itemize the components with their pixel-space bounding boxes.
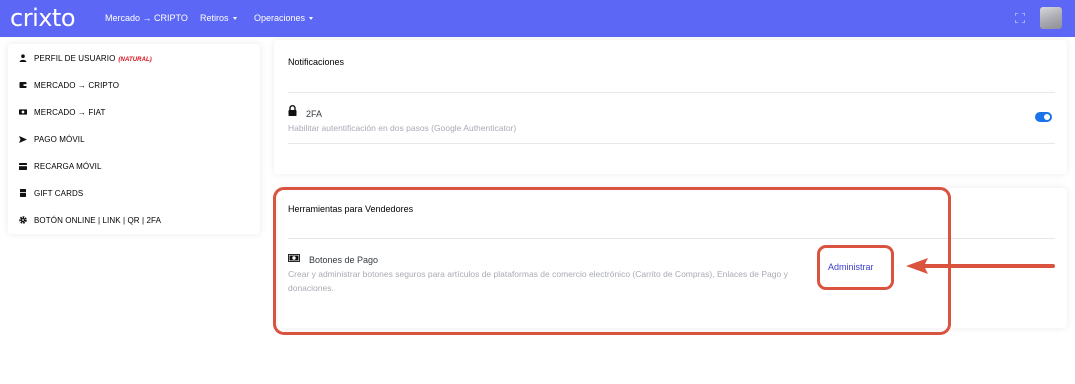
top-navbar: crixto Mercado → CRIPTO Retiros Operacio… xyxy=(0,0,1075,37)
nav-retiros-label: Retiros xyxy=(200,13,229,23)
money-icon xyxy=(19,108,27,116)
twofa-title: 2FA xyxy=(306,109,323,119)
sidebar-item-boton-online[interactable]: BOTÓN ONLINE | LINK | QR | 2FA xyxy=(8,210,260,230)
sidebar-item-recarga-movil[interactable]: RECARGA MÓVIL xyxy=(8,156,260,176)
sidebar-item-label: BOTÓN ONLINE | LINK | QR | 2FA xyxy=(34,215,162,225)
sidebar-item-label: PERFIL DE USUARIO xyxy=(34,53,116,63)
card-icon xyxy=(19,162,27,170)
sidebar-item-label: RECARGA MÓVIL xyxy=(34,161,102,171)
logo[interactable]: crixto xyxy=(10,3,76,33)
send-icon xyxy=(19,135,27,143)
sidebar-item-mercado-cripto[interactable]: MERCADO → CRIPTO xyxy=(8,75,260,95)
nav-mercado-cripto[interactable]: Mercado → CRIPTO xyxy=(105,12,188,25)
avatar[interactable] xyxy=(1040,7,1062,29)
user-icon xyxy=(19,54,27,62)
twofa-description: Habilitar autentificación en dos pasos (… xyxy=(288,123,517,133)
divider xyxy=(288,143,1055,144)
sidebar-item-perfil[interactable]: PERFIL DE USUARIO (NATURAL) xyxy=(8,48,260,68)
sidebar-item-mercado-fiat[interactable]: MERCADO → FIAT xyxy=(8,102,260,122)
sidebar-item-label: MERCADO → CRIPTO xyxy=(34,80,120,90)
sidebar-item-label: PAGO MÓVIL xyxy=(34,134,85,144)
notifications-title: Notificaciones xyxy=(288,57,345,67)
nav-mercado-cripto-label: Mercado → CRIPTO xyxy=(105,13,188,23)
gift-icon xyxy=(19,189,27,197)
nav-retiros[interactable]: Retiros xyxy=(200,12,237,25)
notifications-card xyxy=(274,40,1067,174)
fullscreen-icon[interactable] xyxy=(1015,13,1025,23)
gear-icon xyxy=(19,216,27,224)
twofa-toggle[interactable] xyxy=(1035,112,1052,122)
nav-operaciones[interactable]: Operaciones xyxy=(254,12,314,25)
nav-operaciones-label: Operaciones xyxy=(254,13,306,23)
divider xyxy=(288,92,1055,93)
sidebar-item-gift-cards[interactable]: GIFT CARDS xyxy=(8,183,260,203)
chevron-down-icon xyxy=(232,17,237,21)
sidebar-item-pago-movil[interactable]: PAGO MÓVIL xyxy=(8,129,260,149)
toggle-knob xyxy=(1044,114,1050,120)
annotation-arrow-icon xyxy=(906,258,1055,274)
lock-icon xyxy=(288,105,297,116)
annotation-highlight-button xyxy=(817,245,894,290)
sidebar: PERFIL DE USUARIO (NATURAL) MERCADO → CRI… xyxy=(8,44,260,234)
sidebar-item-label: GIFT CARDS xyxy=(34,188,84,198)
chevron-down-icon xyxy=(309,17,314,21)
account-type-tag: (NATURAL) xyxy=(118,56,152,63)
sidebar-item-label: MERCADO → FIAT xyxy=(34,107,106,117)
wallet-icon xyxy=(19,81,27,89)
